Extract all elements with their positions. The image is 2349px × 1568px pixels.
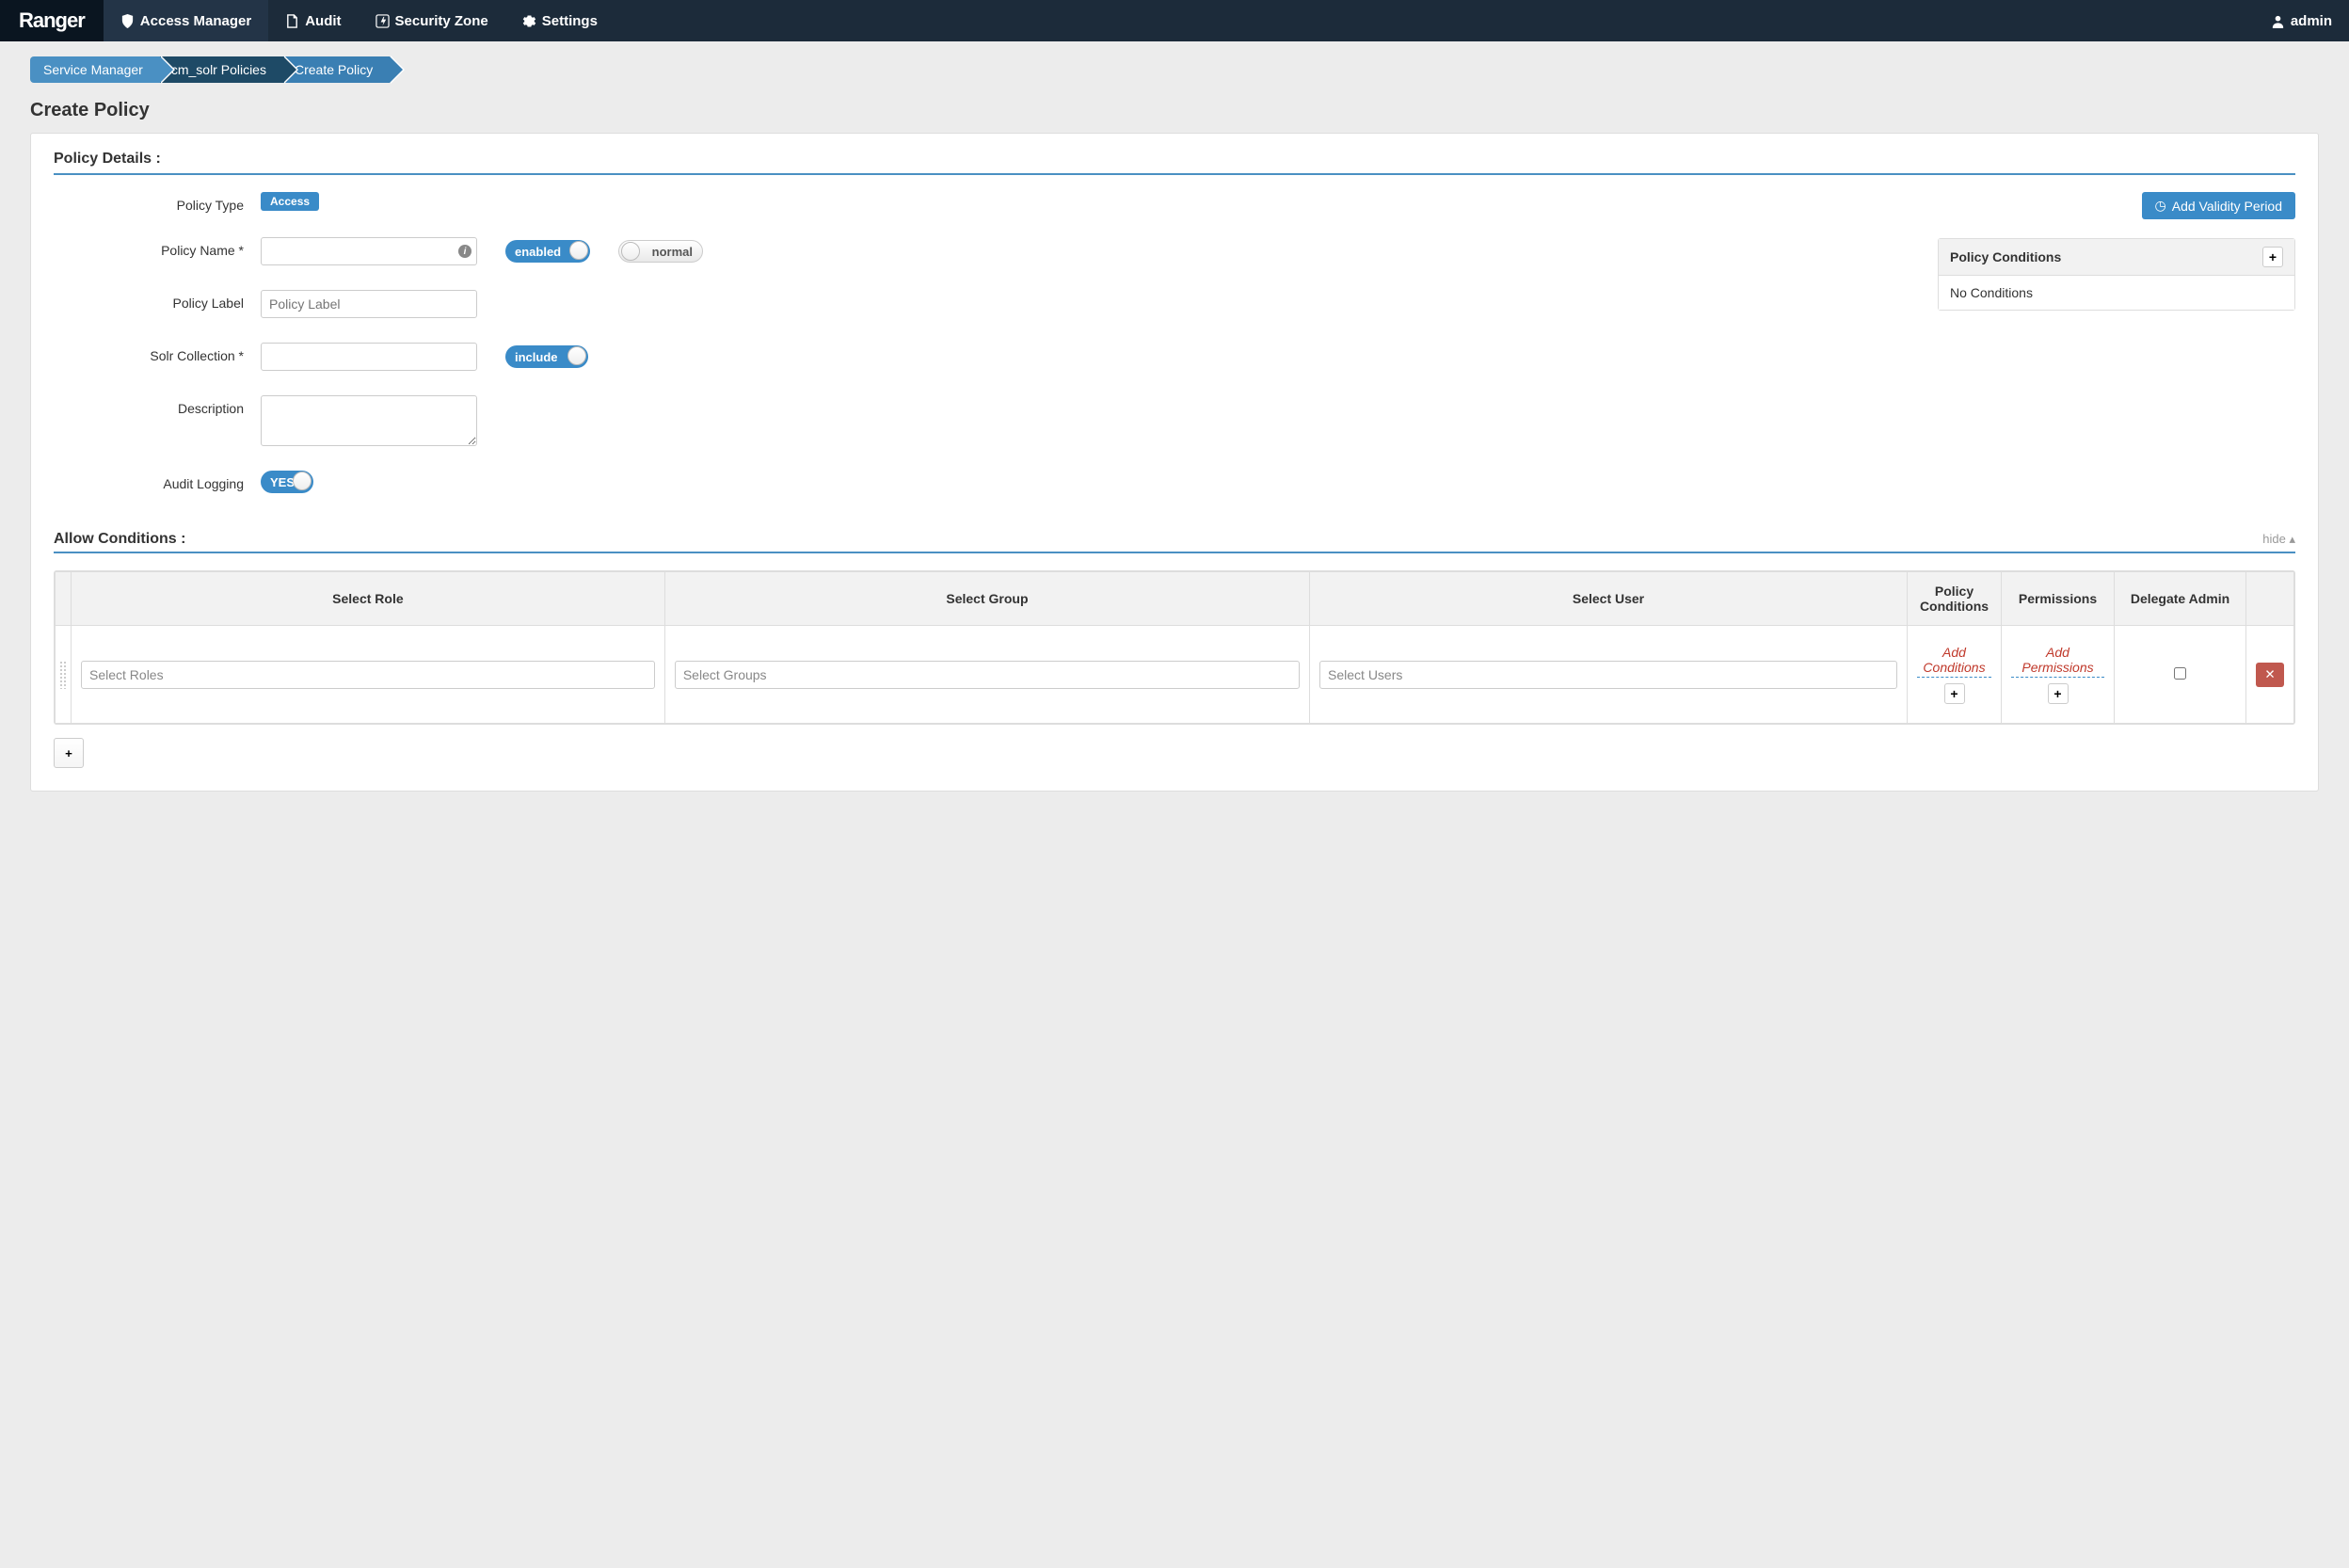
label-solr-collection: Solr Collection *	[54, 343, 261, 363]
nav-audit[interactable]: Audit	[268, 0, 358, 41]
label-policy-name: Policy Name *	[54, 237, 261, 258]
label-description: Description	[54, 395, 261, 416]
section-title-allow-conditions: Allow Conditions :	[54, 531, 185, 548]
user-menu[interactable]: admin	[2254, 0, 2349, 41]
breadcrumb-item[interactable]: Service Manager	[30, 56, 160, 83]
nav-settings[interactable]: Settings	[505, 0, 615, 41]
col-delegate-admin: Delegate Admin	[2115, 572, 2246, 626]
add-permissions-button[interactable]: +	[2048, 683, 2069, 704]
close-icon: ✕	[2264, 667, 2275, 682]
nav-security-zone[interactable]: Security Zone	[359, 0, 505, 41]
chevron-up-icon: ▴	[2289, 532, 2295, 546]
col-select-role: Select Role	[72, 572, 665, 626]
policy-name-input[interactable]	[261, 237, 477, 265]
col-select-group: Select Group	[664, 572, 1309, 626]
policy-conditions-body: No Conditions	[1939, 276, 2294, 310]
override-toggle[interactable]: normal	[618, 240, 703, 263]
audit-toggle[interactable]: YES	[261, 471, 313, 493]
add-condition-button[interactable]: +	[2262, 247, 2283, 267]
shield-icon	[120, 14, 135, 28]
drag-handle-icon[interactable]	[59, 661, 67, 689]
enabled-toggle[interactable]: enabled	[505, 240, 590, 263]
bolt-icon	[376, 14, 390, 28]
add-permissions-link[interactable]: Add Permissions	[2011, 645, 2104, 678]
delegate-admin-checkbox[interactable]	[2174, 667, 2186, 680]
col-select-user: Select User	[1310, 572, 1908, 626]
solr-collection-input[interactable]	[261, 343, 477, 371]
nav-label: Access Manager	[140, 13, 251, 29]
info-icon[interactable]: i	[458, 245, 471, 258]
add-conditions-link[interactable]: Add Conditions	[1917, 645, 1991, 678]
clock-icon: ◷	[2155, 198, 2166, 214]
col-permissions: Permissions	[2002, 572, 2115, 626]
permission-row: Select Roles Select Groups Select Users …	[56, 626, 2294, 724]
user-label: admin	[2291, 13, 2332, 29]
policy-conditions-title: Policy Conditions	[1950, 249, 2061, 264]
description-input[interactable]	[261, 395, 477, 446]
nav-label: Audit	[305, 13, 341, 29]
add-conditions-button[interactable]: +	[1944, 683, 1965, 704]
delete-row-button[interactable]: ✕	[2256, 663, 2284, 687]
nav-label: Settings	[542, 13, 598, 29]
nav-label: Security Zone	[395, 13, 488, 29]
gear-icon	[522, 14, 536, 28]
include-toggle[interactable]: include	[505, 345, 588, 368]
select-groups-input[interactable]: Select Groups	[675, 661, 1300, 689]
label-policy-label: Policy Label	[54, 290, 261, 311]
page-title: Create Policy	[0, 83, 2349, 133]
label-policy-type: Policy Type	[54, 192, 261, 213]
label-audit-logging: Audit Logging	[54, 471, 261, 491]
file-icon	[285, 14, 299, 28]
top-navbar: Ranger Access Manager Audit Security Zon…	[0, 0, 2349, 41]
section-title-policy-details: Policy Details :	[54, 151, 2295, 175]
brand-logo[interactable]: Ranger	[0, 0, 104, 41]
policy-conditions-panel: Policy Conditions + No Conditions	[1938, 238, 2295, 311]
policy-type-badge: Access	[261, 192, 319, 211]
select-roles-input[interactable]: Select Roles	[81, 661, 655, 689]
select-users-input[interactable]: Select Users	[1319, 661, 1897, 689]
col-policy-conditions: Policy Conditions	[1908, 572, 2002, 626]
add-row-button[interactable]: +	[54, 738, 84, 768]
policy-label-input[interactable]	[261, 290, 477, 318]
add-validity-period-button[interactable]: ◷ Add Validity Period	[2142, 192, 2295, 219]
breadcrumb: Service Manager cm_solr Policies Create …	[30, 56, 2319, 83]
user-icon	[2271, 14, 2285, 28]
hide-toggle[interactable]: hide ▴	[2262, 532, 2295, 547]
nav-access-manager[interactable]: Access Manager	[104, 0, 268, 41]
